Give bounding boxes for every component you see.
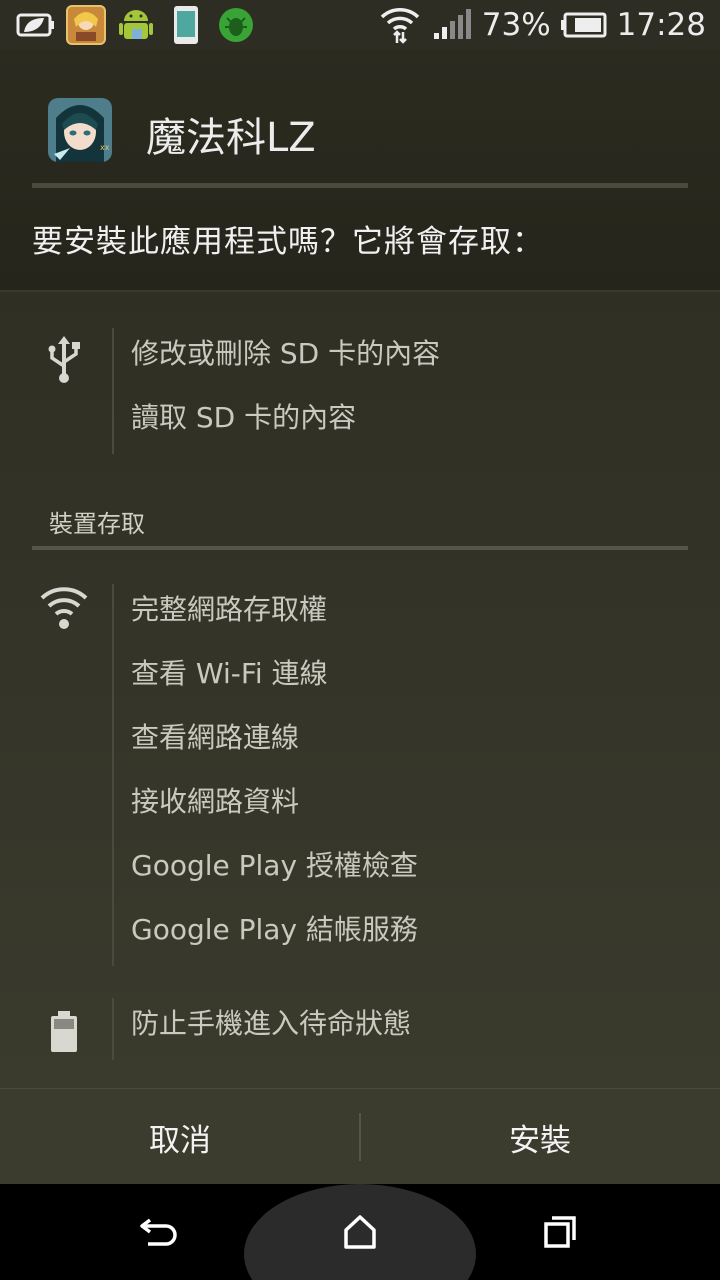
phone-icon <box>166 5 206 45</box>
cancel-button[interactable]: 取消 <box>0 1089 360 1185</box>
install-prompt: 要安裝此應用程式嗎？它將會存取： <box>32 224 544 260</box>
android-icon <box>116 5 156 45</box>
permission-item: Google Play 授權檢查 <box>131 849 418 882</box>
clock: 17:28 <box>616 7 706 43</box>
shield-bug-icon <box>216 5 256 45</box>
permission-item: 查看 Wi-Fi 連線 <box>131 657 328 690</box>
recent-apps-icon[interactable] <box>534 1206 586 1258</box>
header-divider <box>32 183 688 188</box>
leaf-battery-icon <box>16 5 56 45</box>
permission-item: 完整網路存取權 <box>131 593 328 626</box>
permission-item: 接收網路資料 <box>131 785 300 818</box>
usb-icon <box>40 336 88 384</box>
home-icon[interactable] <box>334 1206 386 1258</box>
group-divider <box>112 328 114 454</box>
section-title-device-access: 裝置存取 <box>49 510 145 538</box>
battery-icon <box>40 1008 88 1056</box>
permission-item: 讀取 SD 卡的內容 <box>131 401 357 434</box>
permission-item: Google Play 結帳服務 <box>131 913 418 946</box>
section-divider <box>32 546 688 550</box>
signal-icon <box>433 9 471 39</box>
permission-item: 防止手機進入待命狀態 <box>131 1007 412 1040</box>
navigation-bar <box>0 1184 720 1280</box>
battery-status-icon <box>560 12 607 38</box>
app-icon: xx <box>48 98 112 162</box>
wifi-icon <box>40 584 88 632</box>
install-dialog-header: xx 魔法科LZ 要安裝此應用程式嗎？它將會存取： <box>0 50 720 290</box>
svg-text:xx: xx <box>100 143 110 152</box>
back-icon[interactable] <box>134 1206 186 1258</box>
app-name: 魔法科LZ <box>146 115 316 161</box>
permission-item: 修改或刪除 SD 卡的內容 <box>131 337 441 370</box>
permission-item: 查看網路連線 <box>131 721 300 754</box>
wifi-status-icon <box>380 8 419 44</box>
dialog-buttons: 取消 安裝 <box>0 1088 720 1185</box>
permissions-list[interactable]: 修改或刪除 SD 卡的內容 讀取 SD 卡的內容 裝置存取 完整網路存取權 查看… <box>0 292 720 1088</box>
system-status: 73% 17:28 <box>378 5 720 45</box>
game-app-icon <box>66 5 106 45</box>
install-button[interactable]: 安裝 <box>360 1089 720 1185</box>
group-divider <box>112 584 114 966</box>
notification-icons <box>0 5 256 45</box>
status-bar: 73% 17:28 <box>0 0 720 50</box>
group-divider <box>112 998 114 1060</box>
battery-percent: 73% <box>481 7 551 43</box>
